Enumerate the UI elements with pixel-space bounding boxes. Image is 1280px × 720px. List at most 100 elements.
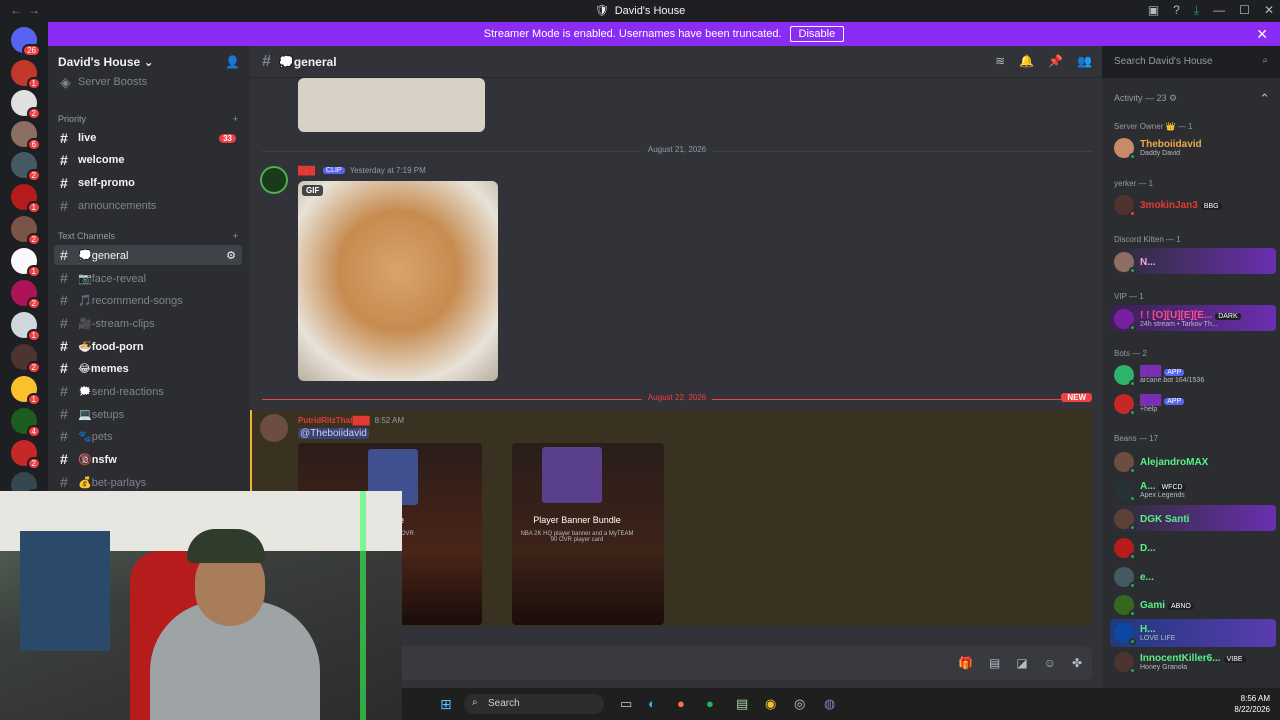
taskbar-search[interactable]: ⌕ Search — [464, 694, 604, 714]
previous-image[interactable] — [298, 78, 485, 132]
avatar — [1114, 595, 1136, 617]
maximize-icon[interactable]: ☐ — [1239, 3, 1250, 18]
guild-icon[interactable]: 2 — [11, 152, 41, 182]
member-item[interactable]: ███ APP +help — [1114, 394, 1185, 416]
windows-start-icon[interactable]: ⊞ — [440, 696, 452, 713]
user-mention[interactable]: @Theboiidavid — [298, 428, 369, 439]
member-item[interactable]: N... — [1114, 252, 1156, 274]
guild-icon[interactable]: 1 — [11, 312, 41, 342]
channel-recommend-songs[interactable]: # 🎵recommend-songs — [54, 290, 242, 310]
pin-icon[interactable]: 📌 — [1048, 54, 1063, 68]
category-text-channels[interactable]: Text Channels + — [58, 231, 238, 241]
system-clock[interactable]: 8:56 AM 8/22/2026 — [1234, 693, 1270, 715]
guild-icon[interactable]: 2 — [11, 216, 41, 246]
edge-icon[interactable]: ◐ — [648, 696, 656, 711]
guild-icon[interactable]: 2 — [11, 280, 41, 310]
search-input[interactable]: Search David's House ⌕ — [1108, 52, 1274, 72]
member-list-icon[interactable]: 👥 — [1077, 54, 1092, 68]
back-forward-icons[interactable]: ←→ — [10, 3, 46, 17]
member-item[interactable]: DGK Santi — [1114, 509, 1189, 531]
channel-welcome[interactable]: # welcome — [54, 150, 242, 170]
member-item[interactable]: AlejandroMAX — [1114, 452, 1208, 474]
app-icon[interactable]: ▤ — [736, 696, 748, 712]
disable-button[interactable]: Disable — [789, 26, 845, 42]
apps-icon[interactable]: ✤ — [1072, 656, 1082, 670]
server-boosts[interactable]: ◈ Server Boosts — [54, 72, 242, 92]
avatar[interactable] — [260, 414, 288, 442]
member-group-label: VIP — 1 — [1114, 292, 1144, 301]
channel-announcements[interactable]: # announcements — [54, 196, 242, 216]
taskbar: ⊞ ⌕ Search ▭ ◐ ● ● ▤ ◉ ◎ ◍ 8:56 AM 8/22/20… — [402, 688, 1280, 720]
member-item[interactable]: H... LOVE LIFE — [1114, 623, 1175, 645]
channel-memes[interactable]: # 😂memes — [54, 358, 242, 378]
plus-icon[interactable]: + — [233, 114, 238, 124]
member-item[interactable]: 3mokinJan3 BBG — [1114, 195, 1222, 217]
spotify-icon[interactable]: ● — [706, 696, 714, 711]
channel-live[interactable]: # live 33 — [54, 128, 242, 148]
download-icon[interactable]: ⤓ — [1194, 3, 1199, 18]
category-priority[interactable]: Priority + — [58, 114, 238, 124]
guild-icon[interactable]: 2 — [11, 440, 41, 470]
member-item[interactable]: ███ APP arcane.bot 164/1536 — [1114, 365, 1204, 387]
guild-icon[interactable]: 2 — [11, 344, 41, 374]
guild-icon[interactable]: 1 — [11, 248, 41, 278]
member-item[interactable]: A... WFCD Apex Legends — [1114, 480, 1186, 502]
channel-label: 💻setups — [78, 408, 125, 421]
message-header: PutridRitzThat███ 8:52 AM — [298, 416, 404, 425]
member-name: Gami — [1140, 599, 1166, 611]
message-author[interactable]: PutridRitzThat███ — [298, 416, 370, 425]
guild-icon[interactable]: 2 — [11, 90, 41, 120]
file-explorer-icon[interactable]: ▭ — [620, 696, 632, 712]
member-group-label: Beans — 17 — [1114, 434, 1159, 443]
guild-icon[interactable]: 4 — [11, 408, 41, 438]
add-member-icon[interactable]: 👤 — [225, 55, 240, 69]
chevron-up-icon[interactable]: ⌃ — [1259, 91, 1270, 107]
gif-image[interactable]: GIF — [298, 181, 498, 381]
activity-header[interactable]: Activity — 23 ⚙ — [1114, 93, 1177, 104]
sticker-icon[interactable]: ◪ — [1016, 656, 1027, 670]
message-author[interactable]: ███ — [298, 166, 315, 175]
gift-icon[interactable]: 🎁 — [958, 656, 973, 670]
firefox-icon[interactable]: ● — [677, 696, 685, 711]
minimize-icon[interactable]: — — [1213, 3, 1225, 18]
channel-setups[interactable]: # 💻setups — [54, 404, 242, 424]
emoji-icon[interactable]: ☺ — [1044, 656, 1056, 670]
member-item[interactable]: Theboiidavid Daddy David — [1114, 138, 1202, 160]
member-item[interactable]: e... — [1114, 567, 1154, 589]
avatar[interactable] — [260, 166, 288, 194]
help-icon[interactable]: ? — [1173, 3, 1180, 18]
settings-icon[interactable]: ⚙ — [226, 249, 236, 262]
member-item[interactable]: ! ! [O][U][E][E... DARK 24h stream • Tarko… — [1114, 309, 1241, 331]
status-dot — [1129, 409, 1136, 416]
guild-icon[interactable]: 1 — [11, 184, 41, 214]
plus-icon[interactable]: + — [233, 231, 238, 241]
guild-icon[interactable]: 6 — [11, 121, 41, 151]
notification-bell-icon[interactable]: 🔔 — [1019, 54, 1034, 68]
channel-face-reveal[interactable]: # 📷face-reveal — [54, 268, 242, 288]
channel-pets[interactable]: # 🐾pets — [54, 426, 242, 446]
gif-picker-icon[interactable]: ▤ — [989, 656, 1000, 670]
guild-home[interactable]: 26 — [11, 27, 41, 57]
banner-close-icon[interactable]: ✕ — [1256, 26, 1268, 43]
guild-icon[interactable]: 1 — [11, 60, 41, 90]
member-item[interactable]: D... — [1114, 538, 1156, 560]
guild-icon[interactable]: 1 — [11, 376, 41, 406]
threads-icon[interactable]: ≋ — [995, 54, 1005, 68]
inbox-icon[interactable]: ▣ — [1148, 3, 1159, 18]
channel-bet-parlays[interactable]: # 💰bet-parlays — [54, 472, 242, 492]
close-icon[interactable]: ✕ — [1264, 3, 1274, 18]
channel-food-porn[interactable]: # 🍜food-porn — [54, 336, 242, 356]
avatar — [1114, 309, 1136, 331]
channel-stream-clips[interactable]: # 🎥-stream-clips — [54, 313, 242, 333]
channel-send-reactions[interactable]: # 🗯️send-reactions — [54, 381, 242, 401]
channel-self-promo[interactable]: # self-promo — [54, 173, 242, 193]
discord-icon[interactable]: ◍ — [824, 696, 835, 712]
channel-general[interactable]: # 💭general ⚙ — [54, 245, 242, 265]
member-item[interactable]: InnocentKiller6... VIBE Honey Granola — [1114, 652, 1246, 674]
member-item[interactable]: Gami ABNO — [1114, 595, 1194, 617]
channel-nsfw[interactable]: # 🔞nsfw — [54, 449, 242, 469]
store-card[interactable]: Player Banner Bundle NBA 2K HQ player ba… — [512, 443, 664, 625]
hash-icon: # — [60, 175, 68, 191]
chrome-icon[interactable]: ◉ — [765, 696, 776, 712]
app-icon[interactable]: ◎ — [794, 696, 805, 712]
